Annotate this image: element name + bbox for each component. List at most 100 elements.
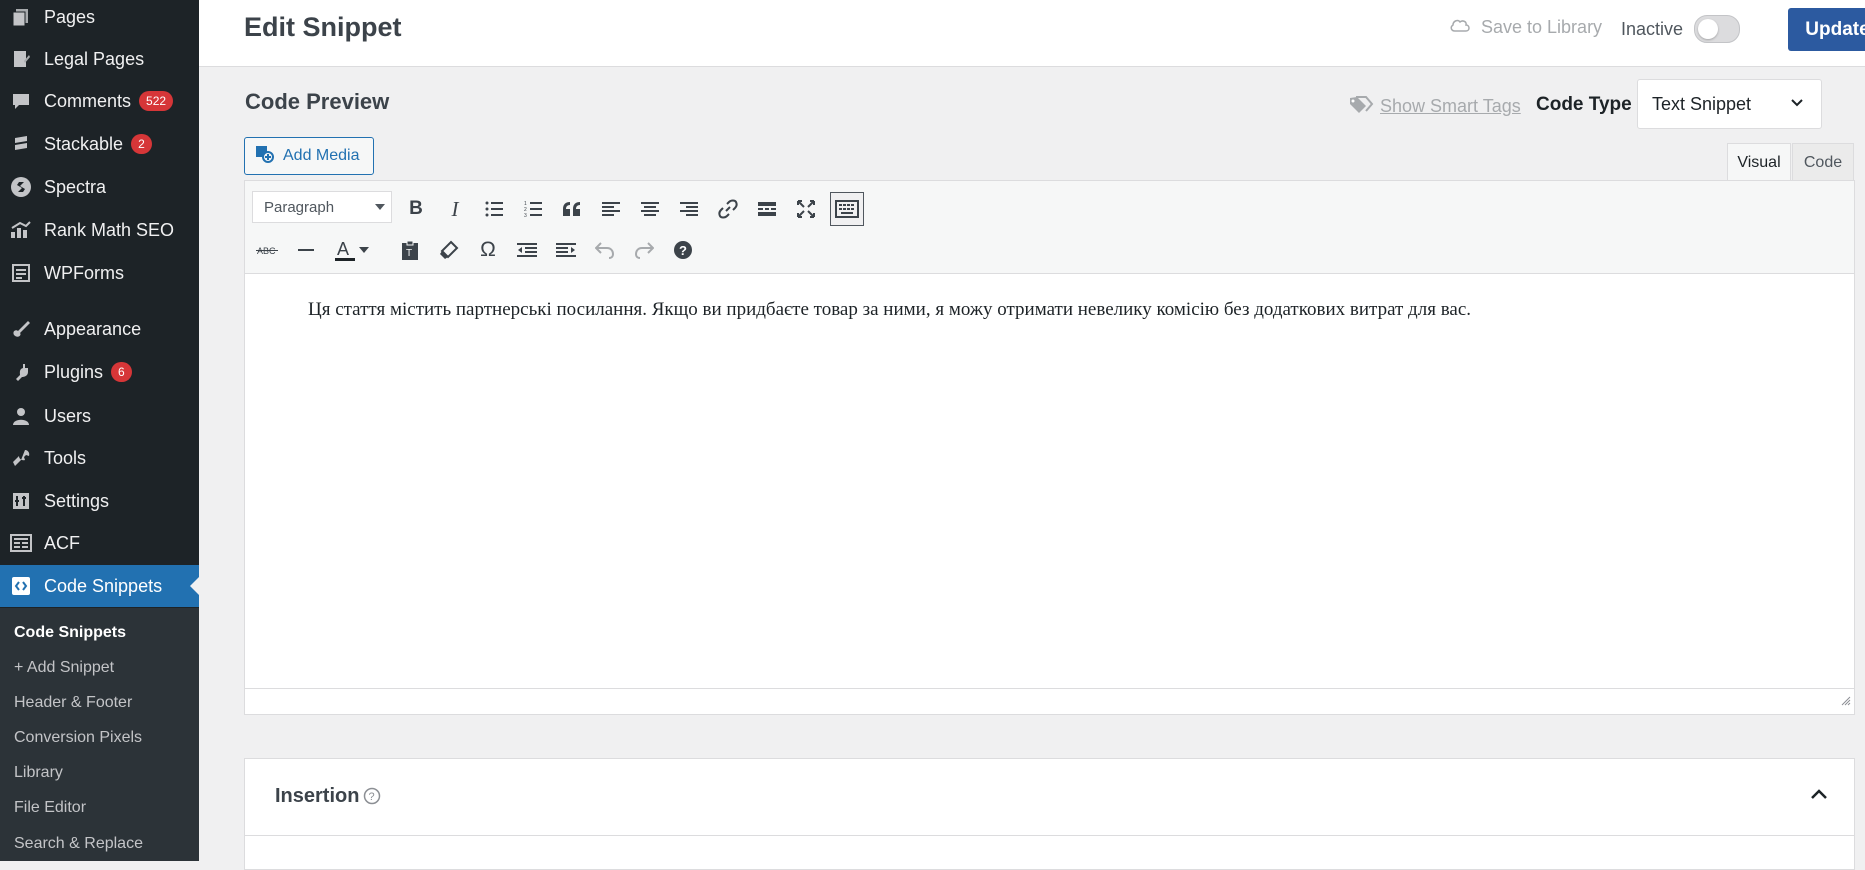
read-more-icon[interactable] — [752, 194, 782, 224]
sidebar-item-stackable[interactable]: Stackable 2 — [0, 123, 199, 165]
sidebar-item-label: WPForms — [44, 262, 124, 283]
clear-formatting-icon[interactable] — [434, 235, 464, 265]
insertion-panel-header[interactable]: Insertion ? — [245, 759, 1854, 836]
show-smart-tags-link[interactable]: Show Smart Tags — [1348, 94, 1521, 119]
fullscreen-icon[interactable] — [791, 194, 821, 224]
editor-statusbar — [245, 688, 1854, 714]
wpforms-icon — [10, 262, 32, 284]
strikethrough-icon[interactable]: ABC — [252, 235, 282, 265]
numbered-list-icon[interactable]: 123 — [518, 194, 548, 224]
toolbar-toggle-icon[interactable] — [830, 192, 864, 226]
show-smart-tags-label: Show Smart Tags — [1380, 96, 1521, 116]
status-label: Inactive — [1621, 19, 1684, 39]
sidebar-item-pages[interactable]: Pages — [0, 0, 199, 38]
special-character-icon[interactable]: Ω — [473, 235, 503, 265]
submenu-search-replace[interactable]: Search & Replace — [14, 835, 143, 853]
svg-text:3: 3 — [524, 213, 527, 217]
stackable-icon — [10, 133, 32, 155]
editor-header: Edit Snippet Save to Library Inactive Up… — [199, 0, 1865, 67]
comments-icon — [10, 90, 32, 112]
spectra-icon — [10, 176, 32, 198]
align-center-icon[interactable] — [635, 194, 665, 224]
active-toggle[interactable] — [1694, 15, 1740, 43]
rank-math-icon — [10, 219, 32, 241]
align-left-icon[interactable] — [596, 194, 626, 224]
format-select[interactable]: Paragraph — [252, 191, 392, 223]
code-type-select[interactable]: Text Snippet — [1637, 79, 1822, 129]
bold-icon[interactable]: B — [401, 194, 431, 224]
sidebar-item-label: Spectra — [44, 176, 107, 197]
insertion-title: Insertion — [275, 785, 360, 807]
submenu-file-editor[interactable]: File Editor — [14, 799, 86, 817]
sidebar-item-label: Appearance — [44, 318, 142, 339]
sidebar-item-code-snippets[interactable]: Code Snippets — [0, 565, 199, 607]
tools-icon — [10, 447, 32, 469]
submenu-add-snippet[interactable]: + Add Snippet — [14, 659, 114, 677]
rich-text-editor: Paragraph B I 123 ABC A T Ω ? Ця стаття … — [244, 180, 1855, 715]
comments-count-badge: 522 — [139, 91, 174, 111]
tab-visual[interactable]: Visual — [1727, 143, 1791, 181]
sidebar-item-rank-math[interactable]: Rank Math SEO — [0, 209, 199, 251]
sidebar-item-label: Comments — [44, 90, 132, 111]
horizontal-line-icon[interactable] — [291, 235, 321, 265]
sidebar-item-label: Settings — [44, 490, 110, 511]
sidebar-item-label: Stackable — [44, 133, 124, 154]
sidebar-item-label: Tools — [44, 447, 87, 468]
submenu-conversion-pixels[interactable]: Conversion Pixels — [14, 729, 142, 747]
submenu-header-footer[interactable]: Header & Footer — [14, 694, 132, 712]
users-icon — [10, 405, 32, 427]
sidebar-item-comments[interactable]: Comments 522 — [0, 80, 199, 122]
help-icon[interactable]: ? — [668, 235, 698, 265]
svg-text:?: ? — [679, 243, 687, 258]
save-to-library-button[interactable]: Save to Library — [1449, 17, 1602, 38]
sidebar-item-settings[interactable]: Settings — [0, 480, 199, 522]
submenu-library[interactable]: Library — [14, 764, 63, 782]
sidebar-item-plugins[interactable]: Plugins 6 — [0, 351, 199, 393]
stackable-count-badge: 2 — [131, 134, 152, 154]
align-right-icon[interactable] — [674, 194, 704, 224]
insertion-panel: Insertion ? — [244, 758, 1855, 870]
sidebar-item-users[interactable]: Users — [0, 395, 199, 437]
outdent-icon[interactable] — [512, 235, 542, 265]
svg-text:T: T — [406, 248, 412, 259]
sidebar-item-label: Code Snippets — [44, 575, 163, 596]
format-select-value: Paragraph — [264, 198, 335, 216]
svg-text:A: A — [337, 239, 349, 259]
resize-handle-icon[interactable] — [1841, 693, 1851, 711]
code-type-label: Code Type — [1536, 94, 1632, 115]
editor-content[interactable]: Ця стаття містить партнерські посилання.… — [308, 299, 1471, 321]
add-media-icon — [255, 144, 275, 169]
blockquote-icon[interactable] — [557, 194, 587, 224]
link-icon[interactable] — [713, 194, 743, 224]
sidebar-item-label: Pages — [44, 6, 96, 27]
undo-icon[interactable] — [590, 235, 620, 265]
acf-icon — [10, 532, 32, 554]
sidebar-item-spectra[interactable]: Spectra — [0, 166, 199, 208]
bullet-list-icon[interactable] — [479, 194, 509, 224]
add-media-button[interactable]: Add Media — [244, 137, 374, 175]
update-button[interactable]: Update — [1788, 8, 1865, 51]
plugins-icon — [10, 361, 32, 383]
text-color-dropdown-icon[interactable] — [356, 235, 372, 265]
sidebar-item-label: Users — [44, 405, 92, 426]
paste-text-icon[interactable]: T — [395, 235, 425, 265]
sidebar-item-legal-pages[interactable]: Legal Pages — [0, 38, 199, 80]
tab-code[interactable]: Code — [1792, 143, 1854, 181]
editor-toolbar: Paragraph B I 123 ABC A T Ω ? — [245, 181, 1854, 274]
indent-icon[interactable] — [551, 235, 581, 265]
chevron-up-icon[interactable] — [1810, 787, 1828, 806]
save-to-library-label: Save to Library — [1481, 17, 1603, 37]
code-preview-title: Code Preview — [245, 89, 390, 114]
italic-icon[interactable]: I — [440, 194, 470, 224]
sidebar-item-appearance[interactable]: Appearance — [0, 308, 199, 350]
sidebar-item-wpforms[interactable]: WPForms — [0, 252, 199, 294]
submenu-code-snippets[interactable]: Code Snippets — [14, 624, 126, 642]
code-snippets-icon — [10, 575, 32, 597]
sidebar-item-acf[interactable]: ACF — [0, 522, 199, 564]
plugins-count-badge: 6 — [111, 362, 132, 382]
sidebar-item-label: Rank Math SEO — [44, 219, 175, 240]
redo-icon[interactable] — [629, 235, 659, 265]
help-circle-icon[interactable]: ? — [363, 787, 381, 810]
pages-icon — [10, 6, 32, 28]
sidebar-item-tools[interactable]: Tools — [0, 437, 199, 479]
